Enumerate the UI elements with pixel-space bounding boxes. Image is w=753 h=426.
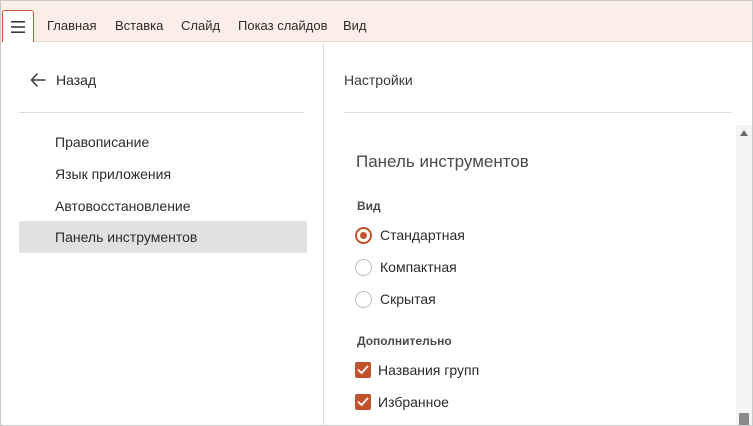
nav-item-autorecovery[interactable]: Автовосстановление [19,190,307,222]
radio-label: Стандартная [380,227,465,243]
nav-item-app-language[interactable]: Язык приложения [19,158,307,190]
nav-item-toolbar[interactable]: Панель инструментов [19,221,307,253]
checkbox-label: Названия групп [378,362,480,378]
checkbox-label: Избранное [378,394,449,410]
settings-nav-pane: Назад Правописание Язык приложения Автов… [2,43,323,425]
checkbox-favorites[interactable]: Избранное [355,391,449,413]
nav-item-spelling[interactable]: Правописание [19,126,307,158]
checkbox-group-names[interactable]: Названия групп [355,359,479,381]
radio-unchecked-icon [355,290,372,308]
checkbox-checked-icon [355,362,371,378]
divider [19,112,304,113]
divider [344,112,732,113]
scroll-thumb[interactable] [739,413,749,425]
vertical-scrollbar[interactable] [736,125,752,425]
app-window: Главная Вставка Слайд Показ слайдов Вид … [0,0,753,426]
arrow-left-icon [30,73,46,87]
caret-up-icon [740,130,748,136]
hamburger-icon [11,20,25,33]
extra-group-label: Дополнительно [357,334,452,348]
radio-label: Скрытая [380,291,436,307]
checkbox-checked-icon [355,394,371,410]
radio-compact[interactable]: Компактная [355,256,457,278]
radio-hidden[interactable]: Скрытая [355,288,436,310]
radio-standard[interactable]: Стандартная [355,224,465,246]
radio-unchecked-icon [355,258,372,276]
back-button[interactable]: Назад [30,69,96,91]
radio-checked-icon [355,226,372,244]
menu-bar: Главная Вставка Слайд Показ слайдов Вид [1,1,752,42]
menu-item-view[interactable]: Вид [343,18,367,34]
settings-content-pane: Настройки Панель инструментов Вид Станда… [324,43,752,425]
view-group-label: Вид [357,199,381,213]
scroll-up-button[interactable] [736,128,752,138]
menu-item-insert[interactable]: Вставка [115,18,163,34]
menu-item-slide[interactable]: Слайд [181,18,220,34]
radio-label: Компактная [380,259,457,275]
menu-item-slideshow[interactable]: Показ слайдов [238,18,328,34]
hamburger-menu-button[interactable] [2,10,34,42]
section-title: Панель инструментов [356,152,529,171]
back-label: Назад [56,72,97,88]
settings-title: Настройки [344,72,413,88]
menu-item-home[interactable]: Главная [47,18,96,34]
